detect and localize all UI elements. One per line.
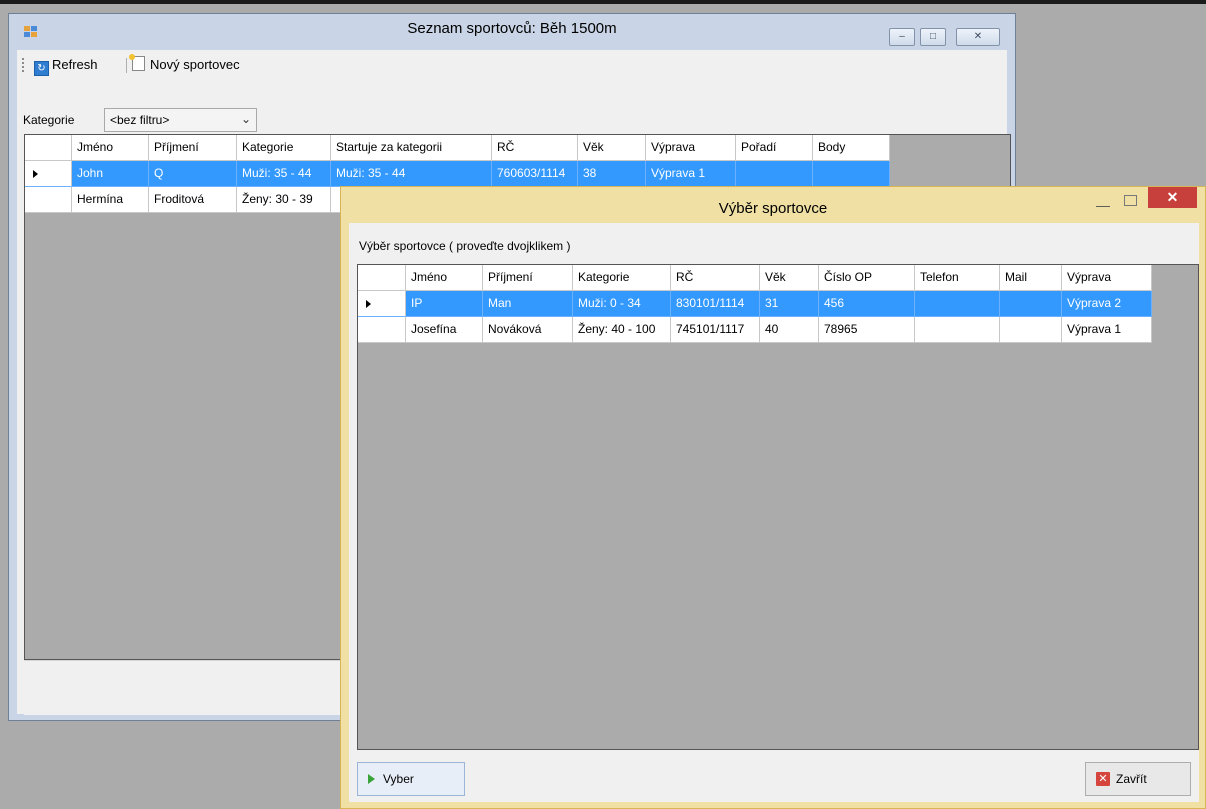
table-cell[interactable]: 456 bbox=[819, 291, 915, 317]
column-header[interactable]: Příjmení bbox=[483, 265, 573, 291]
table-cell[interactable]: 31 bbox=[760, 291, 819, 317]
minimize-button[interactable]: – bbox=[889, 28, 915, 46]
table-cell[interactable]: 78965 bbox=[819, 317, 915, 343]
table-cell[interactable]: Q bbox=[149, 161, 237, 187]
table-cell[interactable]: 830101/1114 bbox=[671, 291, 760, 317]
column-header[interactable]: Telefon bbox=[915, 265, 1000, 291]
table-cell[interactable]: 760603/1114 bbox=[492, 161, 578, 187]
dialog-client: Výběr sportovce ( proveďte dvojklikem ) … bbox=[349, 223, 1199, 802]
column-header[interactable]: Výprava bbox=[646, 135, 736, 161]
table-cell[interactable]: 38 bbox=[578, 161, 646, 187]
close-icon: ✕ bbox=[1096, 772, 1110, 786]
table-row[interactable]: Josefína Nováková Ženy: 40 - 100 745101/… bbox=[358, 317, 1152, 343]
refresh-button[interactable]: ↻ Refresh bbox=[34, 55, 98, 76]
category-filter-select[interactable]: <bez filtru> ⌄ bbox=[104, 108, 257, 132]
column-header[interactable]: Jméno bbox=[406, 265, 483, 291]
select-button-label: Vyber bbox=[383, 772, 414, 786]
main-window-title: Seznam sportovců: Běh 1500m bbox=[407, 20, 617, 37]
select-button[interactable]: Vyber bbox=[357, 762, 465, 796]
table-cell[interactable] bbox=[1000, 291, 1062, 317]
table-cell[interactable]: Froditová bbox=[149, 187, 237, 213]
select-athlete-dialog: Výběr sportovce — ✕ Výběr sportovce ( pr… bbox=[340, 186, 1206, 809]
table-cell[interactable]: John bbox=[72, 161, 149, 187]
candidates-grid-header: Jméno Příjmení Kategorie RČ Věk Číslo OP… bbox=[358, 265, 1152, 291]
athletes-grid-header: Jméno Příjmení Kategorie Startuje za kat… bbox=[25, 135, 890, 161]
current-row-icon bbox=[366, 300, 371, 308]
column-header[interactable]: Jméno bbox=[72, 135, 149, 161]
table-cell[interactable]: Hermína bbox=[72, 187, 149, 213]
column-header[interactable]: RČ bbox=[671, 265, 760, 291]
current-row-icon bbox=[33, 170, 38, 178]
maximize-button[interactable]: □ bbox=[920, 28, 946, 46]
column-header[interactable]: Kategorie bbox=[573, 265, 671, 291]
column-header[interactable]: Pořadí bbox=[736, 135, 813, 161]
new-athlete-label: Nový sportovec bbox=[150, 57, 240, 72]
play-icon bbox=[368, 774, 375, 784]
table-cell[interactable] bbox=[813, 161, 890, 187]
table-cell[interactable]: 40 bbox=[760, 317, 819, 343]
table-cell[interactable]: Josefína bbox=[406, 317, 483, 343]
column-header[interactable]: Mail bbox=[1000, 265, 1062, 291]
toolbar-separator bbox=[126, 58, 127, 73]
table-cell[interactable]: Muži: 35 - 44 bbox=[237, 161, 331, 187]
table-cell[interactable] bbox=[1000, 317, 1062, 343]
table-row[interactable]: IP Man Muži: 0 - 34 830101/1114 31 456 V… bbox=[358, 291, 1152, 317]
new-document-icon bbox=[129, 54, 145, 71]
table-row[interactable]: John Q Muži: 35 - 44 Muži: 35 - 44 76060… bbox=[25, 161, 890, 187]
table-cell[interactable] bbox=[915, 291, 1000, 317]
toolbar-grip[interactable] bbox=[22, 58, 26, 72]
chevron-down-icon: ⌄ bbox=[240, 112, 251, 126]
table-cell[interactable] bbox=[915, 317, 1000, 343]
table-cell[interactable]: Muži: 35 - 44 bbox=[331, 161, 492, 187]
close-dialog-button-label: Zavřít bbox=[1116, 772, 1147, 786]
row-header[interactable] bbox=[25, 187, 72, 213]
table-cell[interactable]: Výprava 1 bbox=[1062, 317, 1152, 343]
dialog-instruction-label: Výběr sportovce ( proveďte dvojklikem ) bbox=[359, 239, 571, 253]
table-cell[interactable]: Ženy: 40 - 100 bbox=[573, 317, 671, 343]
refresh-label: Refresh bbox=[52, 57, 98, 72]
row-header-corner bbox=[358, 265, 406, 291]
column-header[interactable]: Věk bbox=[578, 135, 646, 161]
row-header-corner bbox=[25, 135, 72, 161]
table-cell[interactable]: Man bbox=[483, 291, 573, 317]
new-athlete-button[interactable]: Nový sportovec bbox=[129, 54, 240, 75]
close-dialog-button[interactable]: ✕ Zavřít bbox=[1085, 762, 1191, 796]
candidates-grid[interactable]: Jméno Příjmení Kategorie RČ Věk Číslo OP… bbox=[357, 264, 1199, 750]
table-cell[interactable]: Ženy: 30 - 39 bbox=[237, 187, 331, 213]
column-header[interactable]: Číslo OP bbox=[819, 265, 915, 291]
table-cell[interactable]: Muži: 0 - 34 bbox=[573, 291, 671, 317]
table-cell[interactable]: 745101/1117 bbox=[671, 317, 760, 343]
dialog-close-button[interactable]: ✕ bbox=[1148, 187, 1197, 208]
table-cell[interactable]: Nováková bbox=[483, 317, 573, 343]
table-cell[interactable] bbox=[736, 161, 813, 187]
table-cell[interactable]: IP bbox=[406, 291, 483, 317]
column-header[interactable]: Startuje za kategorii bbox=[331, 135, 492, 161]
refresh-icon: ↻ bbox=[34, 61, 49, 76]
column-header[interactable]: Body bbox=[813, 135, 890, 161]
column-header[interactable]: Příjmení bbox=[149, 135, 237, 161]
dialog-maximize-button[interactable] bbox=[1124, 195, 1137, 206]
row-header[interactable] bbox=[25, 161, 72, 187]
category-filter-value: <bez filtru> bbox=[110, 113, 170, 127]
dialog-title: Výběr sportovce bbox=[718, 200, 828, 217]
category-filter-label: Kategorie bbox=[23, 113, 75, 127]
column-header[interactable]: Kategorie bbox=[237, 135, 331, 161]
dialog-minimize-button[interactable]: — bbox=[1096, 197, 1110, 213]
table-cell[interactable]: Výprava 2 bbox=[1062, 291, 1152, 317]
screen-top-border bbox=[0, 0, 1206, 4]
row-header[interactable] bbox=[358, 317, 406, 343]
column-header[interactable]: Věk bbox=[760, 265, 819, 291]
toolbar: ↻ Refresh Nový sportovec bbox=[17, 50, 1007, 80]
column-header[interactable]: Výprava bbox=[1062, 265, 1152, 291]
row-header[interactable] bbox=[358, 291, 406, 317]
close-button[interactable]: ✕ bbox=[956, 28, 1000, 46]
table-cell[interactable]: Výprava 1 bbox=[646, 161, 736, 187]
column-header[interactable]: RČ bbox=[492, 135, 578, 161]
